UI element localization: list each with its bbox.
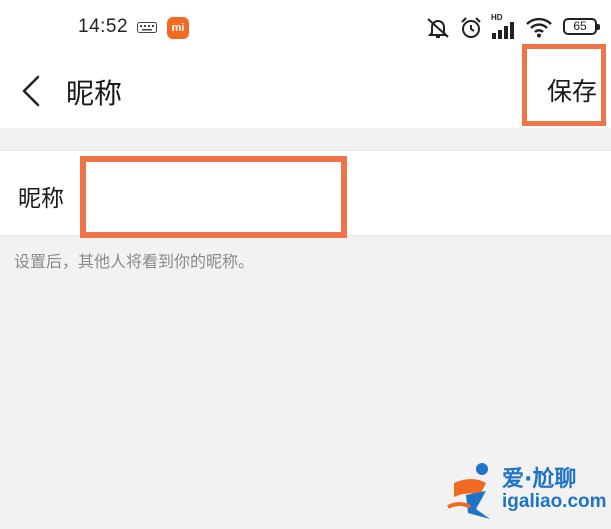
page-title: 昵称 — [66, 77, 123, 110]
nickname-label: 昵称 — [18, 186, 64, 212]
hint-text: 设置后，其他人将看到你的昵称。 — [14, 252, 255, 271]
status-time: 14:52 — [78, 16, 129, 37]
nickname-input[interactable] — [88, 163, 338, 221]
mute-icon — [427, 18, 449, 38]
battery-icon: 65 — [563, 18, 600, 35]
alarm-icon — [461, 17, 481, 38]
chevron-left-icon[interactable] — [18, 73, 44, 109]
keyboard-icon — [137, 22, 157, 33]
wifi-icon — [526, 17, 552, 38]
watermark-logo: 爱·尬聊 igaliao.com — [446, 457, 607, 523]
runner-logo-icon — [447, 463, 490, 519]
mi-icon: mi — [167, 17, 189, 39]
signal-icon — [492, 22, 514, 39]
watermark-text: 爱·尬聊 — [502, 467, 577, 492]
nickname-row: 昵称 — [0, 150, 611, 236]
status-bar: 14:52 mi HD 65 — [0, 0, 611, 56]
watermark-url: igaliao.com — [502, 491, 607, 512]
status-icons: HD 65 — [411, 0, 611, 56]
nav-header: 昵称 保存 — [0, 56, 611, 128]
save-button[interactable]: 保存 — [547, 72, 597, 108]
